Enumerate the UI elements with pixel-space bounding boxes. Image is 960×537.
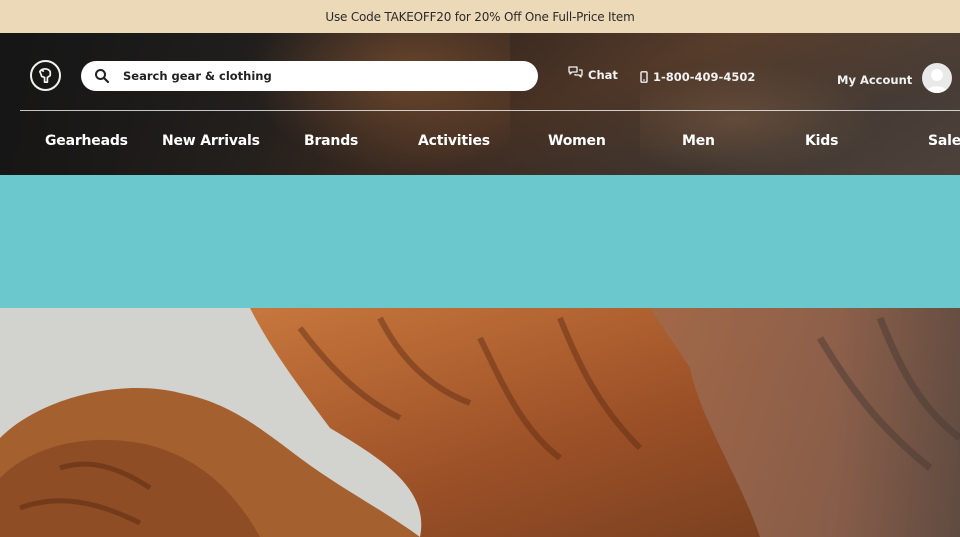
search-input[interactable] <box>123 69 503 83</box>
nav-item-kids[interactable]: Kids <box>805 133 838 149</box>
search-bar[interactable] <box>81 61 538 91</box>
chat-link[interactable]: Chat <box>568 65 618 82</box>
hero-image <box>0 308 960 537</box>
phone-link[interactable]: 1-800-409-4502 <box>640 70 755 84</box>
promo-banner[interactable] <box>0 175 960 308</box>
red-rock-cliff-image <box>0 308 960 537</box>
main-nav: Gearheads New Arrivals Brands Activities… <box>0 111 960 175</box>
nav-item-brands[interactable]: Brands <box>304 133 358 149</box>
site-header: Chat 1-800-409-4502 My Account Gearheads… <box>0 33 960 175</box>
search-icon <box>95 69 110 84</box>
mobile-phone-icon <box>640 71 648 83</box>
account-label: My Account <box>837 72 913 87</box>
user-avatar-icon[interactable] <box>922 63 953 93</box>
phone-number: 1-800-409-4502 <box>653 70 756 84</box>
nav-item-women[interactable]: Women <box>548 133 606 149</box>
avatar-silhouette <box>926 69 949 93</box>
nav-item-activities[interactable]: Activities <box>418 133 490 149</box>
chat-label: Chat <box>588 68 618 82</box>
nav-item-sale[interactable]: Sale <box>928 133 960 149</box>
nav-item-gearheads[interactable]: Gearheads <box>45 133 128 149</box>
nav-item-men[interactable]: Men <box>682 133 715 149</box>
promo-text[interactable]: Use Code TAKEOFF20 for 20% Off One Full-… <box>325 10 634 24</box>
goat-head-logo-icon[interactable] <box>30 60 61 91</box>
chat-bubbles-icon <box>568 65 583 78</box>
nav-item-new-arrivals[interactable]: New Arrivals <box>162 133 260 149</box>
promo-bar[interactable]: Use Code TAKEOFF20 for 20% Off One Full-… <box>0 0 960 33</box>
my-account-link[interactable]: My Account <box>837 63 953 93</box>
logo-mark <box>38 68 52 84</box>
